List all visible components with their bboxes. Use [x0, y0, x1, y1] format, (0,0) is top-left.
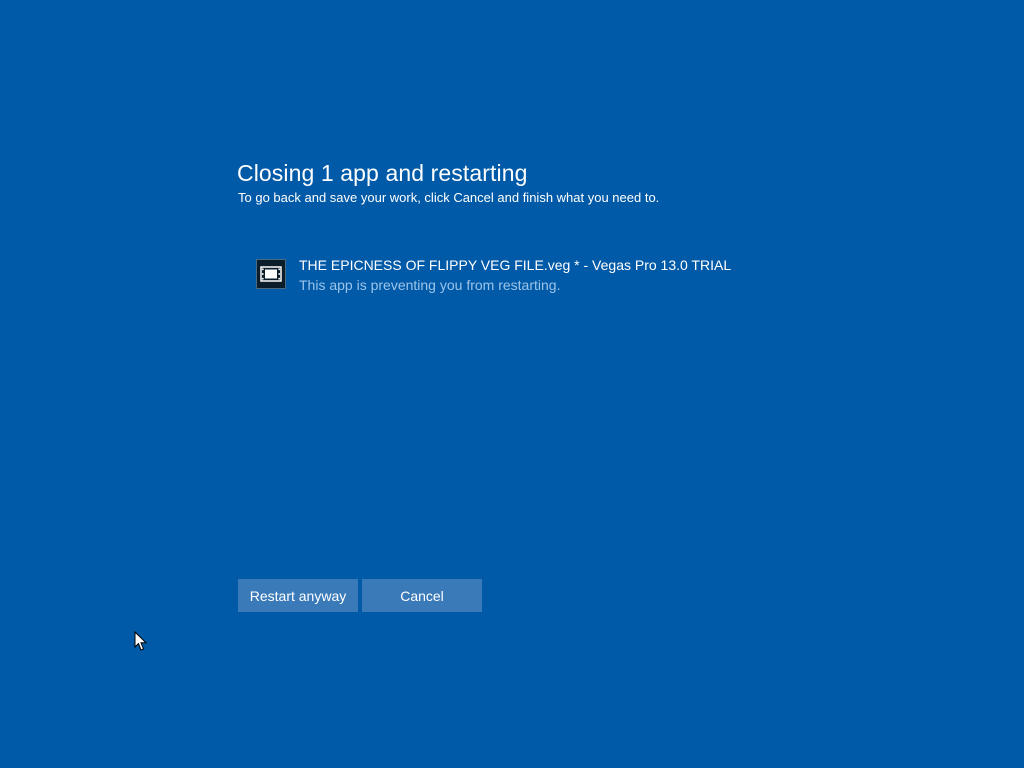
page-title: Closing 1 app and restarting: [237, 160, 528, 186]
app-list-item: THE EPICNESS OF FLIPPY VEG FILE.veg * - …: [256, 257, 731, 294]
restart-screen: Closing 1 app and restarting To go back …: [0, 0, 1024, 768]
film-strip-icon: [256, 259, 286, 289]
app-name: THE EPICNESS OF FLIPPY VEG FILE.veg * - …: [299, 257, 732, 273]
button-bar: Restart anyway Cancel: [238, 579, 482, 612]
app-text: THE EPICNESS OF FLIPPY VEG FILE.veg * - …: [299, 257, 731, 294]
page-subtitle: To go back and save your work, click Can…: [238, 190, 660, 205]
restart-anyway-button[interactable]: Restart anyway: [238, 579, 358, 612]
app-status: This app is preventing you from restarti…: [299, 277, 561, 293]
mouse-cursor-icon: [134, 631, 148, 651]
cancel-button[interactable]: Cancel: [362, 579, 482, 612]
